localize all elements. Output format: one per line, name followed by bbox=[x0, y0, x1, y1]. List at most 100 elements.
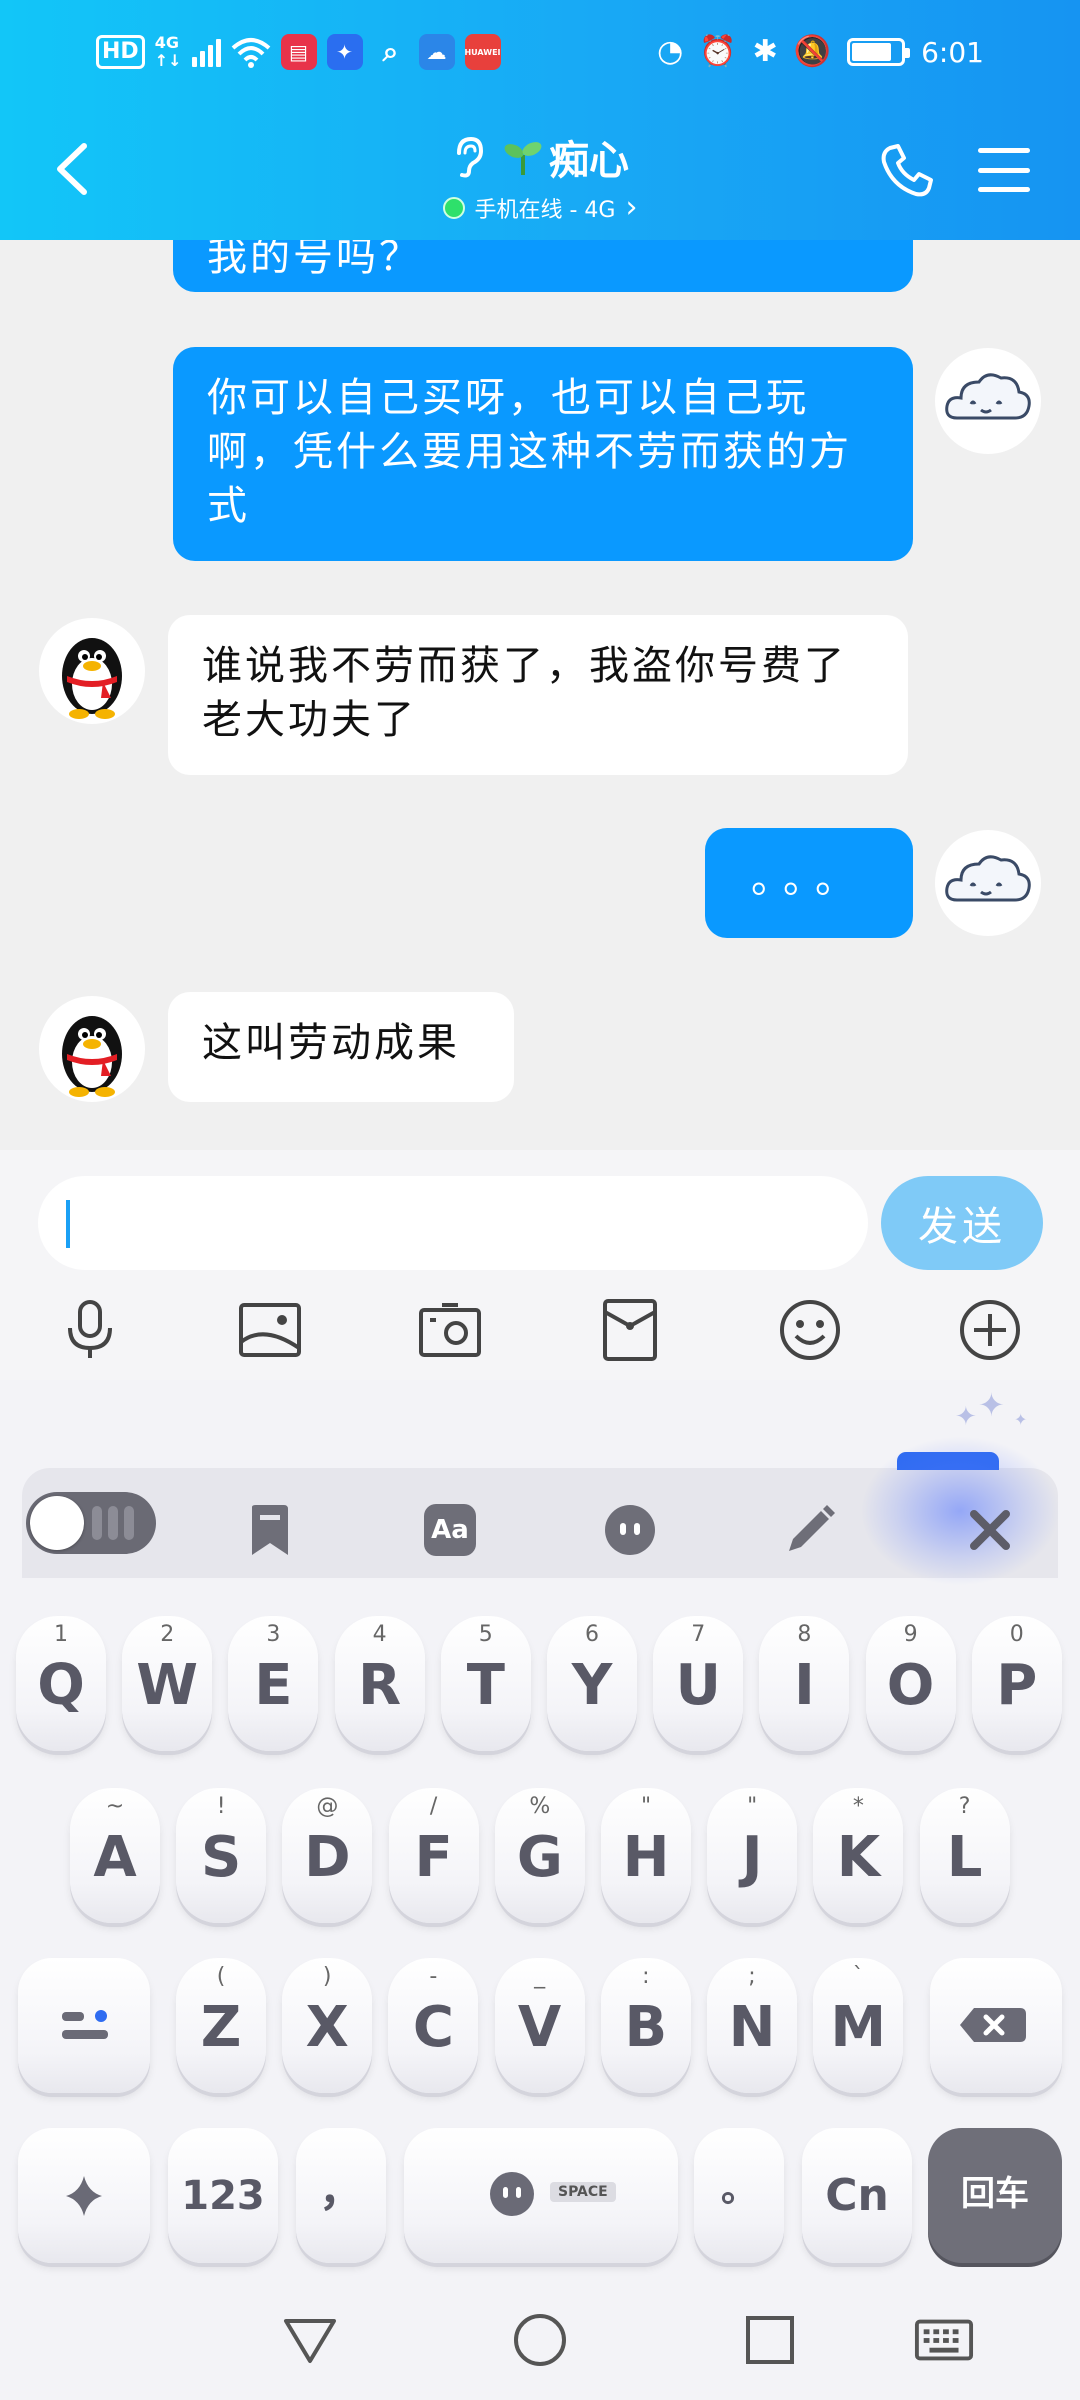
bluetooth-icon: ✱ bbox=[752, 34, 778, 69]
period-key[interactable]: 。 bbox=[694, 2128, 784, 2263]
key-secondary-label: 2 bbox=[160, 1622, 175, 1647]
voice-button[interactable] bbox=[50, 1290, 130, 1370]
triangle-back-icon bbox=[284, 2319, 336, 2363]
emoji-button[interactable] bbox=[770, 1290, 850, 1370]
message-input[interactable] bbox=[38, 1176, 868, 1270]
my-avatar[interactable] bbox=[935, 348, 1041, 454]
key-label: D bbox=[304, 1825, 351, 1890]
huawei-app-icon: HUAWEI bbox=[464, 34, 501, 70]
key-p[interactable]: 0P bbox=[971, 1616, 1062, 1751]
contact-name: 痴心 bbox=[549, 138, 629, 184]
key-e[interactable]: 3E bbox=[228, 1616, 319, 1751]
enter-key[interactable]: 回车 bbox=[928, 2128, 1062, 2263]
key-secondary-label: 8 bbox=[797, 1622, 812, 1647]
key-v[interactable]: _ V bbox=[494, 1958, 585, 2093]
contact-avatar[interactable] bbox=[39, 618, 145, 724]
sparkle-key-icon bbox=[66, 2176, 102, 2216]
close-keyboard-button[interactable] bbox=[960, 1500, 1020, 1560]
nav-recents-button[interactable] bbox=[740, 2310, 800, 2370]
key-x[interactable]: ) X bbox=[282, 1958, 373, 2093]
key-t[interactable]: 5T bbox=[440, 1616, 531, 1751]
message-bubble-outgoing[interactable]: 我的号吗？ bbox=[173, 240, 913, 292]
key-secondary-label: @ bbox=[316, 1794, 339, 1819]
key-o[interactable]: 9O bbox=[865, 1616, 956, 1751]
message-bubble-outgoing[interactable]: 。。。 bbox=[705, 828, 913, 938]
sparkle-icon: ✦ bbox=[955, 1402, 977, 1432]
phone-call-button[interactable] bbox=[878, 142, 936, 200]
red-packet-button[interactable] bbox=[590, 1290, 670, 1370]
nav-back-button[interactable] bbox=[280, 2310, 340, 2370]
message-bubble-incoming[interactable]: 这叫劳动成果 bbox=[168, 992, 514, 1102]
key-secondary-label: ( bbox=[216, 1964, 226, 1989]
bulb-app-icon: ✦ bbox=[326, 34, 363, 70]
key-k[interactable]: * K bbox=[813, 1788, 904, 1923]
keyboard-switch-button[interactable] bbox=[914, 2310, 974, 2370]
key-secondary-label: 9 bbox=[903, 1622, 918, 1647]
key-y[interactable]: 6Y bbox=[547, 1616, 637, 1751]
key-q[interactable]: 1Q bbox=[16, 1616, 106, 1751]
message-text: 这叫劳动成果 bbox=[202, 1020, 460, 1066]
square-recents-icon bbox=[746, 2316, 794, 2364]
image-button[interactable] bbox=[230, 1290, 310, 1370]
key-a[interactable]: ~ A bbox=[70, 1788, 160, 1923]
key-label: P bbox=[996, 1653, 1038, 1718]
message-bubble-incoming[interactable]: 谁说我不劳而获了，我盗你号费了老大功夫了 bbox=[168, 615, 908, 775]
period-key-label: 。 bbox=[720, 2169, 757, 2210]
space-key[interactable]: SPACE bbox=[404, 2128, 678, 2263]
key-h[interactable]: " H bbox=[601, 1788, 691, 1923]
network-type: 4G ↑↓ bbox=[155, 34, 182, 70]
key-secondary-label: ? bbox=[958, 1794, 971, 1819]
key-label: G bbox=[516, 1825, 563, 1890]
message-bubble-outgoing[interactable]: 你可以自己买呀，也可以自己玩啊，凭什么要用这种不劳而获的方式 bbox=[173, 347, 913, 561]
more-button[interactable] bbox=[950, 1290, 1030, 1370]
numbers-key[interactable]: 123 bbox=[168, 2128, 278, 2263]
menu-button[interactable] bbox=[978, 148, 1030, 192]
message-list[interactable]: 我的号吗？ 你可以自己买呀，也可以自己玩啊，凭什么要用这种不劳而获的方式 谁说我… bbox=[0, 240, 1080, 1150]
send-button[interactable]: 发送 bbox=[881, 1176, 1043, 1270]
key-i[interactable]: 8I bbox=[759, 1616, 850, 1751]
bookmark-button[interactable] bbox=[240, 1500, 300, 1560]
key-label: M bbox=[830, 1995, 887, 2060]
comma-key[interactable]: ， bbox=[296, 2128, 386, 2263]
key-m[interactable]: ` M bbox=[813, 1958, 904, 2093]
key-f[interactable]: / F bbox=[388, 1788, 479, 1923]
my-avatar[interactable] bbox=[935, 830, 1041, 936]
penguin-avatar-icon bbox=[62, 1016, 122, 1097]
font-button[interactable]: Aa bbox=[420, 1500, 480, 1560]
message-text: 。。。 bbox=[751, 856, 867, 902]
chevron-right-icon: › bbox=[625, 190, 638, 225]
camera-button[interactable] bbox=[410, 1290, 490, 1370]
emoji-face-button[interactable] bbox=[600, 1500, 660, 1560]
red-packet-icon bbox=[603, 1299, 657, 1361]
key-c[interactable]: -C bbox=[388, 1958, 479, 2093]
camera-icon bbox=[419, 1303, 481, 1357]
key-n[interactable]: ; N bbox=[707, 1958, 797, 2093]
key-secondary-label: : bbox=[642, 1964, 650, 1989]
ai-key[interactable] bbox=[18, 2128, 150, 2263]
key-w[interactable]: 2W bbox=[122, 1616, 213, 1751]
key-r[interactable]: 4R bbox=[334, 1616, 425, 1751]
key-j[interactable]: " J bbox=[707, 1788, 798, 1923]
key-l[interactable]: ? L bbox=[919, 1788, 1010, 1923]
key-z[interactable]: (Z bbox=[176, 1958, 266, 2093]
nav-home-button[interactable] bbox=[510, 2310, 570, 2370]
key-s[interactable]: ! S bbox=[176, 1788, 267, 1923]
key-secondary-label: 5 bbox=[478, 1622, 493, 1647]
plus-icon bbox=[960, 1300, 1020, 1360]
contact-avatar[interactable] bbox=[39, 996, 145, 1102]
mode-toggle[interactable] bbox=[26, 1492, 156, 1554]
key-d[interactable]: @ D bbox=[282, 1788, 373, 1923]
key-secondary-label: 1 bbox=[54, 1622, 68, 1647]
emoji-icon bbox=[780, 1300, 840, 1360]
pen-button[interactable] bbox=[780, 1500, 840, 1560]
key-u[interactable]: 7U bbox=[653, 1616, 744, 1751]
key-g[interactable]: % G bbox=[494, 1788, 585, 1923]
key-label: U bbox=[675, 1653, 721, 1718]
clock: 6:01 bbox=[921, 35, 984, 69]
cn-en-key[interactable]: Cn bbox=[802, 2128, 912, 2263]
backspace-key[interactable] bbox=[930, 1958, 1062, 2093]
shift-key[interactable] bbox=[18, 1958, 150, 2093]
online-status-text: 手机在线 - 4G bbox=[474, 198, 616, 223]
key-b[interactable]: :B bbox=[600, 1958, 691, 2093]
cloud-avatar-icon bbox=[945, 373, 1031, 420]
